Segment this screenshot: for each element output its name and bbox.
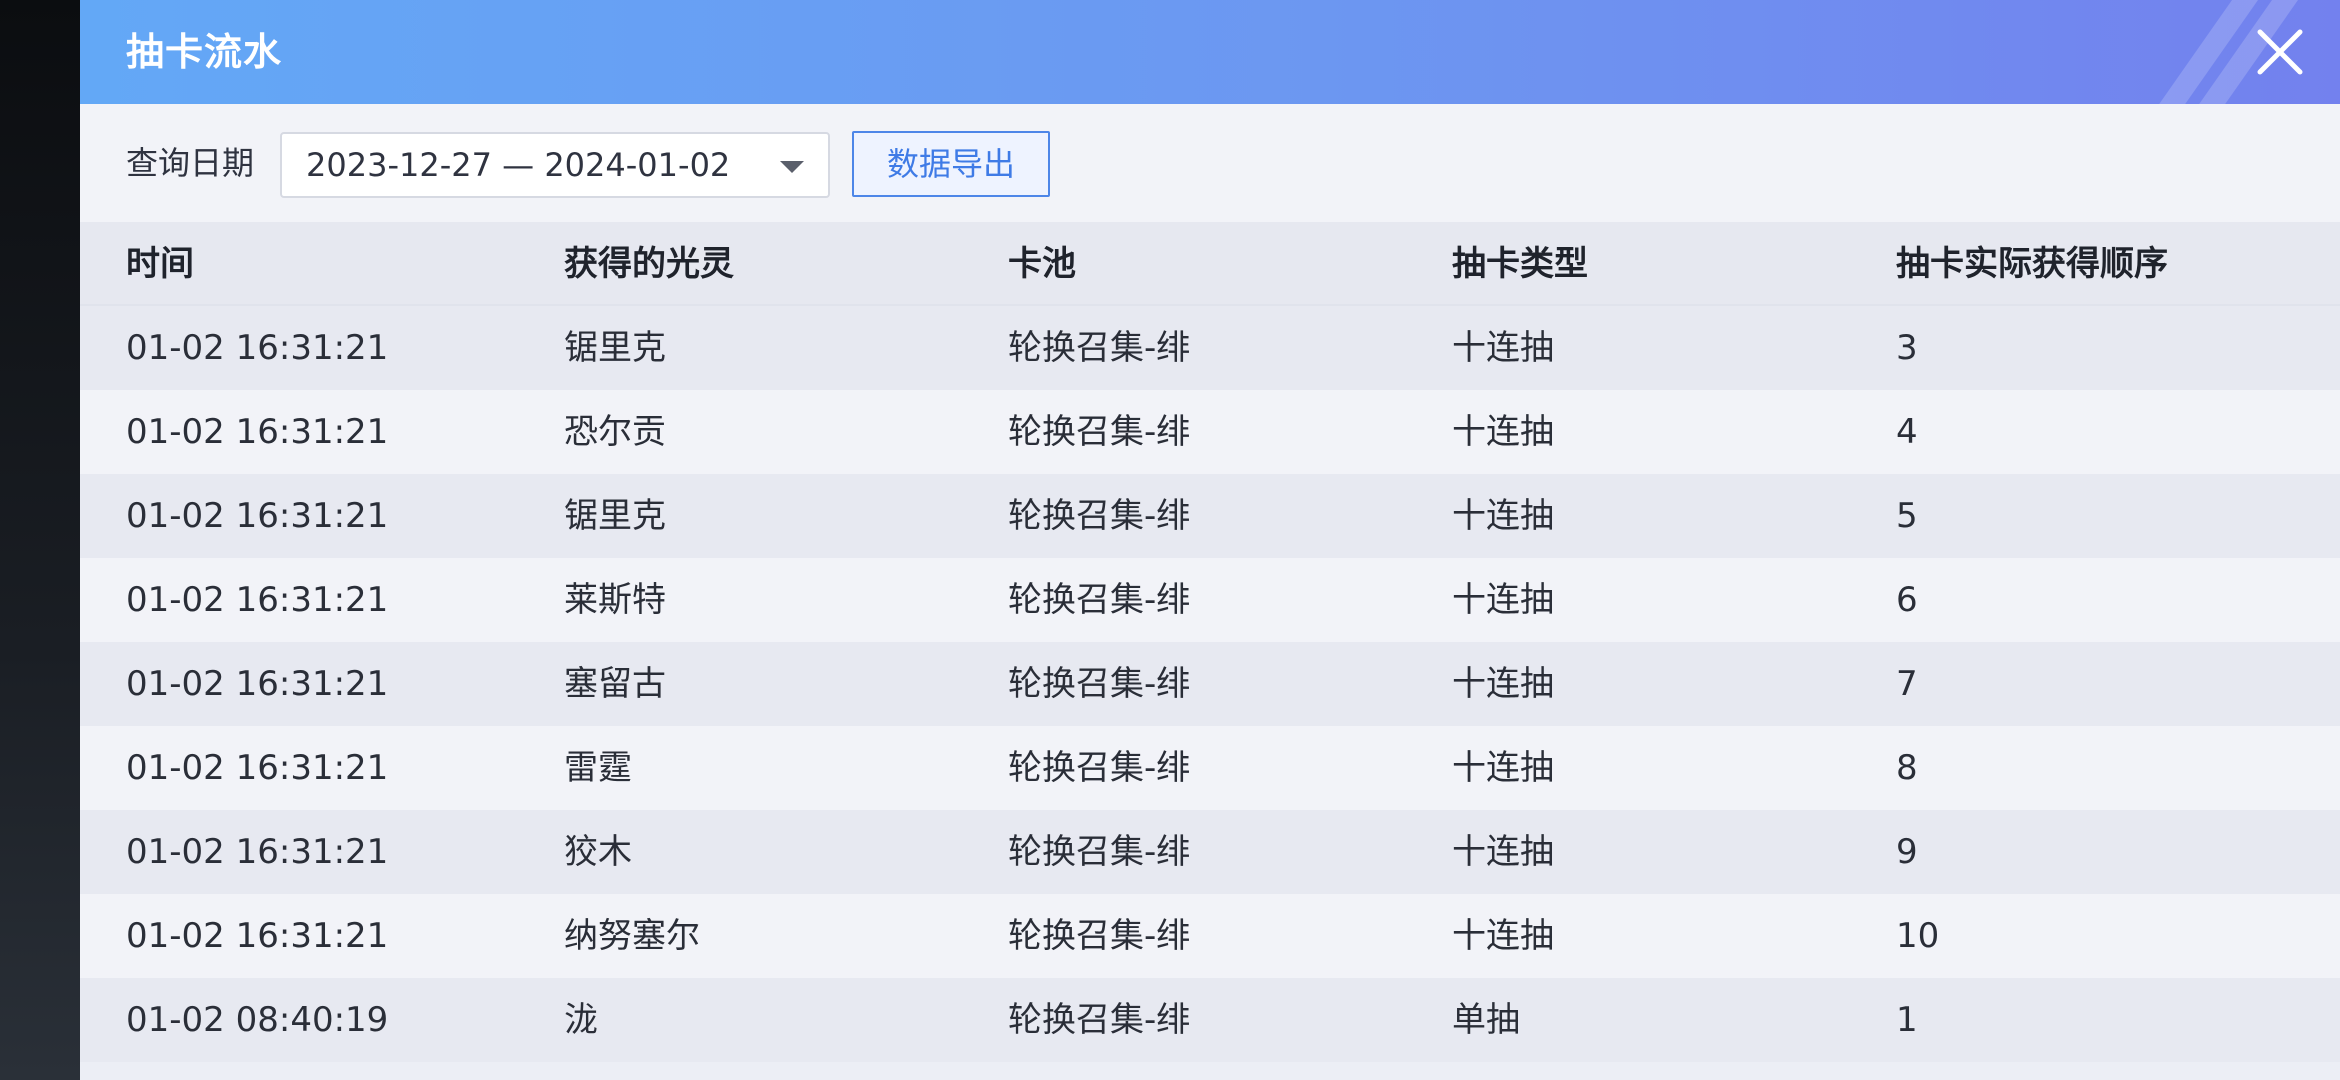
- dialog-title: 抽卡流水: [126, 30, 283, 74]
- cell-draw-order: 7: [1896, 664, 1918, 704]
- table-row: 01-02 08:40:19 泷 轮换召集-绯 单抽 1: [80, 978, 2340, 1062]
- cell-pool: 轮换召集-绯: [1008, 412, 1191, 452]
- cell-time: 01-02 08:40:19: [126, 1000, 389, 1040]
- dialog-titlebar: 抽卡流水: [80, 0, 2340, 104]
- header-time: 时间: [126, 244, 194, 284]
- table-row: 01-02 16:31:21 雷霆 轮换召集-绯 十连抽 8: [80, 726, 2340, 810]
- cell-spirit: 纳努塞尔: [564, 916, 700, 956]
- query-toolbar: 查询日期 2023-12-27 — 2024-01-02 数据导出: [80, 104, 2340, 222]
- date-range-value: 2023-12-27 — 2024-01-02: [306, 146, 731, 184]
- cell-time: 01-02 16:31:21: [126, 328, 389, 368]
- cell-pool: 轮换召集-绯: [1008, 580, 1191, 620]
- table-row: 01-02 16:31:21 恐尔贡 轮换召集-绯 十连抽 4: [80, 390, 2340, 474]
- cell-draw-type: 十连抽: [1452, 832, 1554, 872]
- cell-draw-type: 十连抽: [1452, 412, 1554, 452]
- table-row: 01-02 16:31:21 纳努塞尔 轮换召集-绯 十连抽 10: [80, 894, 2340, 978]
- cell-time: 01-02 16:31:21: [126, 580, 389, 620]
- close-button[interactable]: [2250, 22, 2310, 82]
- header-draw-order: 抽卡实际获得顺序: [1896, 244, 2168, 284]
- cell-spirit: 锯里克: [564, 496, 666, 536]
- cell-time: 01-02 16:31:21: [126, 412, 389, 452]
- cell-draw-order: 6: [1896, 580, 1918, 620]
- cell-spirit: 恐尔贡: [564, 412, 666, 452]
- table-row: 01-02 16:31:21 莱斯特 轮换召集-绯 十连抽 6: [80, 558, 2340, 642]
- header-draw-type: 抽卡类型: [1452, 244, 1588, 284]
- cell-pool: 轮换召集-绯: [1008, 832, 1191, 872]
- query-date-label: 查询日期: [126, 144, 255, 182]
- cell-draw-order: 4: [1896, 412, 1918, 452]
- export-data-button[interactable]: 数据导出: [852, 131, 1050, 197]
- cell-draw-order: 3: [1896, 328, 1918, 368]
- cell-pool: 轮换召集-绯: [1008, 664, 1191, 704]
- cell-draw-order: 1: [1896, 1000, 1918, 1040]
- header-obtained-spirit: 获得的光灵: [564, 244, 734, 284]
- cell-draw-type: 十连抽: [1452, 580, 1554, 620]
- close-icon: [2257, 29, 2303, 75]
- cell-spirit: 泷: [564, 1000, 598, 1040]
- cell-pool: 轮换召集-绯: [1008, 916, 1191, 956]
- header-card-pool: 卡池: [1008, 244, 1076, 284]
- cell-draw-order: 5: [1896, 496, 1918, 536]
- cell-spirit: 狡木: [564, 832, 632, 872]
- cell-pool: 轮换召集-绯: [1008, 1000, 1191, 1040]
- cell-pool: 轮换召集-绯: [1008, 328, 1191, 368]
- gacha-record-table: 时间 获得的光灵 卡池 抽卡类型 抽卡实际获得顺序 01-02 16:31:21…: [80, 222, 2340, 1062]
- table-row: 01-02 16:31:21 塞留古 轮换召集-绯 十连抽 7: [80, 642, 2340, 726]
- cell-spirit: 塞留古: [564, 664, 666, 704]
- cell-draw-order: 9: [1896, 832, 1918, 872]
- cell-spirit: 莱斯特: [564, 580, 666, 620]
- table-header-row: 时间 获得的光灵 卡池 抽卡类型 抽卡实际获得顺序: [80, 222, 2340, 306]
- cell-pool: 轮换召集-绯: [1008, 496, 1191, 536]
- cell-draw-type: 十连抽: [1452, 748, 1554, 788]
- table-row: 01-02 16:31:21 锯里克 轮换召集-绯 十连抽 5: [80, 474, 2340, 558]
- cell-time: 01-02 16:31:21: [126, 916, 389, 956]
- cell-draw-order: 10: [1896, 916, 1940, 956]
- gacha-record-dialog: 抽卡流水 查询日期 2023-12-27 — 2024-01-02 数据导出 时…: [80, 0, 2340, 1080]
- cell-time: 01-02 16:31:21: [126, 748, 389, 788]
- cell-draw-order: 8: [1896, 748, 1918, 788]
- table-row: 01-02 16:31:21 狡木 轮换召集-绯 十连抽 9: [80, 810, 2340, 894]
- cell-draw-type: 单抽: [1452, 1000, 1520, 1040]
- cell-spirit: 雷霆: [564, 748, 632, 788]
- cell-time: 01-02 16:31:21: [126, 664, 389, 704]
- cell-spirit: 锯里克: [564, 328, 666, 368]
- date-range-picker[interactable]: 2023-12-27 — 2024-01-02: [280, 132, 830, 198]
- caret-down-icon: [780, 161, 804, 173]
- table-row: 01-02 16:31:21 锯里克 轮换召集-绯 十连抽 3: [80, 306, 2340, 390]
- cell-time: 01-02 16:31:21: [126, 832, 389, 872]
- cell-draw-type: 十连抽: [1452, 664, 1554, 704]
- cell-draw-type: 十连抽: [1452, 328, 1554, 368]
- cell-time: 01-02 16:31:21: [126, 496, 389, 536]
- cell-draw-type: 十连抽: [1452, 916, 1554, 956]
- cell-pool: 轮换召集-绯: [1008, 748, 1191, 788]
- cell-draw-type: 十连抽: [1452, 496, 1554, 536]
